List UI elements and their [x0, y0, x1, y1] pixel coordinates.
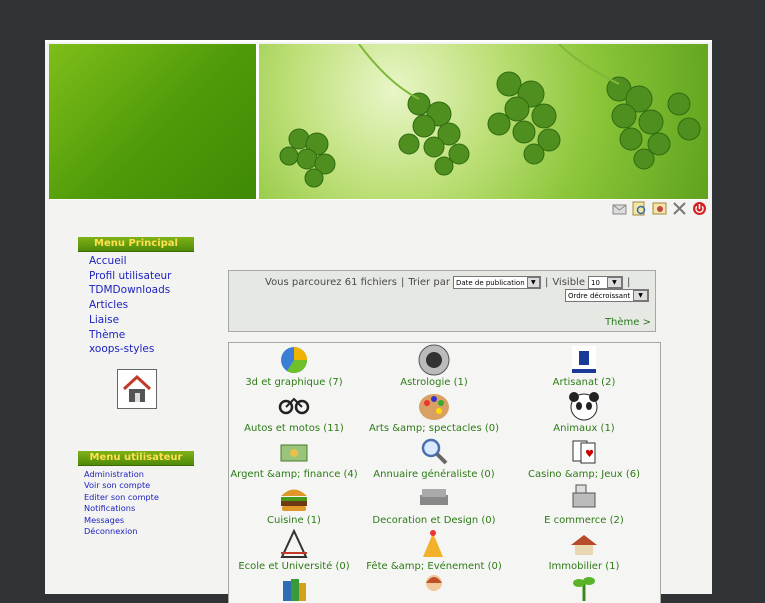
party-icon	[417, 527, 451, 561]
menu-item-accueil[interactable]: Accueil	[89, 254, 194, 269]
menu-item-profil[interactable]: Profil utilisateur	[89, 269, 194, 284]
category-cell[interactable]: E commerce (2)	[509, 481, 659, 526]
category-cell[interactable]: Immobilier (1)	[509, 527, 659, 572]
category-cell[interactable]	[359, 571, 509, 603]
category-cell[interactable]: Animaux (1)	[509, 389, 659, 434]
menu-item-editer-compte[interactable]: Editer son compte	[84, 492, 194, 503]
category-cell[interactable]	[509, 571, 659, 603]
menu-item-liaise[interactable]: Liaise	[89, 313, 194, 328]
sort-select-value: Date de publication	[455, 278, 525, 287]
category-label[interactable]: Argent &amp; finance (4)	[230, 469, 357, 480]
grapes-image	[279, 44, 701, 188]
chevron-down-icon: ▼	[526, 277, 540, 288]
menu-utilisateur-list: Administration Voir son compte Editer so…	[84, 469, 194, 537]
category-grid: 3d et graphique (7) Astrologie (1) Artisan…	[228, 342, 661, 603]
menu-item-voir-compte[interactable]: Voir son compte	[84, 480, 194, 491]
category-label[interactable]: Decoration et Design (0)	[372, 515, 495, 526]
menu-principal-title: Menu Principal	[78, 237, 194, 252]
burger-icon	[277, 481, 311, 515]
visible-label: Visible	[552, 277, 585, 288]
menu-item-xoops-styles[interactable]: xoops-styles	[89, 342, 194, 357]
category-cell[interactable]: Cuisine (1)	[229, 481, 369, 526]
plant-icon	[567, 571, 601, 603]
house-icon	[567, 527, 601, 561]
cash-register-icon	[567, 481, 601, 515]
image-icon[interactable]	[651, 200, 668, 217]
category-cell[interactable]: Astrologie (1)	[359, 343, 509, 388]
money-icon	[277, 435, 311, 469]
category-label[interactable]: E commerce (2)	[544, 515, 624, 526]
pie-chart-icon	[277, 343, 311, 377]
child-icon	[417, 571, 451, 603]
category-cell[interactable]: Artisanat (2)	[509, 343, 659, 388]
category-label[interactable]: Artisanat (2)	[553, 377, 616, 388]
category-label[interactable]: 3d et graphique (7)	[245, 377, 342, 388]
category-cell[interactable]: Fête &amp; Evénement (0)	[359, 527, 509, 572]
home-button[interactable]	[117, 368, 157, 409]
browse-bar-row: Vous parcourez 61 fichiers | Trier par D…	[265, 276, 634, 289]
visible-select[interactable]: 10 ▼	[587, 276, 623, 289]
visible-select-value: 10	[590, 278, 600, 287]
menu-item-articles[interactable]: Articles	[89, 298, 194, 313]
category-cell[interactable]: 3d et graphique (7)	[229, 343, 369, 388]
menu-item-theme[interactable]: Thème	[89, 328, 194, 343]
menu-item-deconnexion[interactable]: Déconnexion	[84, 526, 194, 537]
sofa-icon	[417, 481, 451, 515]
power-icon[interactable]	[691, 200, 708, 217]
separator: |	[544, 277, 549, 288]
category-cell[interactable]: Ecole et Université (0)	[229, 527, 369, 572]
menu-principal-list: Accueil Profil utilisateur TDMDownloads …	[89, 254, 194, 357]
sort-select[interactable]: Date de publication ▼	[452, 276, 541, 289]
panda-icon	[567, 389, 601, 423]
browse-bar: Vous parcourez 61 fichiers | Trier par D…	[228, 270, 656, 332]
category-label[interactable]: Casino &amp; Jeux (6)	[528, 469, 640, 480]
inbox-icon[interactable]	[611, 200, 628, 217]
menu-item-messages[interactable]: Messages	[84, 515, 194, 526]
header-banner-grapes	[259, 44, 708, 199]
left-column: Menu Principal Accueil Profil utilisateu…	[78, 237, 194, 537]
category-cell[interactable]	[229, 571, 369, 603]
category-cell[interactable]: Arts &amp; spectacles (0)	[359, 389, 509, 434]
search-icon[interactable]	[631, 200, 648, 217]
artisanat-logo-icon	[567, 343, 601, 377]
category-label[interactable]: Autos et motos (11)	[244, 423, 344, 434]
theme-link[interactable]: Thème >	[605, 317, 651, 328]
menu-item-administration[interactable]: Administration	[84, 469, 194, 480]
home-icon	[122, 374, 152, 402]
category-cell[interactable]: Argent &amp; finance (4)	[229, 435, 369, 480]
cards-icon: ♥	[567, 435, 601, 469]
menu-item-tdmdownloads[interactable]: TDMDownloads	[89, 283, 194, 298]
category-label[interactable]: Cuisine (1)	[267, 515, 321, 526]
zodiac-icon	[417, 343, 451, 377]
category-cell[interactable]: Autos et motos (11)	[229, 389, 369, 434]
category-cell[interactable]: Annuaire généraliste (0)	[359, 435, 509, 480]
palette-icon	[417, 389, 451, 423]
user-toolbar	[611, 200, 708, 217]
menu-utilisateur-title: Menu utilisateur	[78, 450, 194, 466]
separator: |	[626, 277, 631, 288]
header-banner-green	[49, 44, 259, 199]
page-container: Menu Principal Accueil Profil utilisateu…	[45, 40, 712, 603]
category-label[interactable]: Animaux (1)	[553, 423, 614, 434]
order-select-value: Ordre décroissant	[568, 291, 631, 300]
geometry-icon	[277, 527, 311, 561]
browse-count-text: Vous parcourez 61 fichiers	[265, 277, 397, 288]
category-label[interactable]: Astrologie (1)	[400, 377, 468, 388]
tools-icon[interactable]	[671, 200, 688, 217]
category-label[interactable]: Arts &amp; spectacles (0)	[369, 423, 499, 434]
chevron-down-icon: ▼	[606, 277, 622, 288]
magnifier-icon	[417, 435, 451, 469]
category-cell[interactable]: ♥ Casino &amp; Jeux (6)	[509, 435, 659, 480]
category-cell[interactable]: Decoration et Design (0)	[359, 481, 509, 526]
menu-item-notifications[interactable]: Notifications	[84, 503, 194, 514]
motorbike-icon	[277, 389, 311, 423]
order-select[interactable]: Ordre décroissant ▼	[565, 289, 649, 302]
separator: |	[401, 277, 405, 288]
svg-text:♥: ♥	[585, 449, 594, 460]
banner-bottom-border	[49, 199, 708, 200]
chevron-down-icon: ▼	[633, 290, 648, 301]
books-icon	[277, 571, 311, 603]
category-label[interactable]: Annuaire généraliste (0)	[373, 469, 494, 480]
sort-label: Trier par	[408, 277, 450, 288]
